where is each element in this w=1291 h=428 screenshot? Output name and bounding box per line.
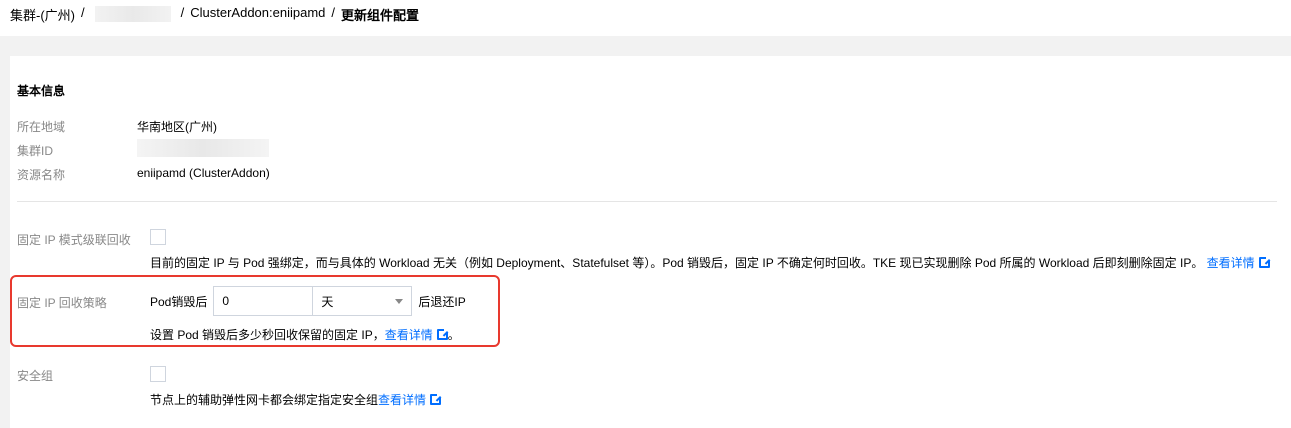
breadcrumb: 集群-(广州) / / ClusterAddon:eniipamd / 更新组件… <box>0 0 1291 36</box>
policy-unit-select[interactable]: 天 <box>313 286 413 316</box>
info-row-resource-name: 资源名称 eniipamd (ClusterAddon) <box>17 166 270 183</box>
breadcrumb-separator: / <box>81 5 85 20</box>
breadcrumb-separator: / <box>331 5 336 20</box>
section-title-basic-info: 基本信息 <box>17 84 66 98</box>
header-band <box>0 36 1291 56</box>
sg-label: 安全组 <box>17 369 54 383</box>
sg-detail-link[interactable]: 查看详情 <box>378 393 426 407</box>
breadcrumb-current: 更新组件配置 <box>341 8 420 23</box>
region-label: 所在地域 <box>17 120 66 134</box>
policy-suffix: 后退还IP <box>418 294 466 309</box>
cascade-detail-link[interactable]: 查看详情 <box>1207 256 1255 270</box>
breadcrumb-separator: / <box>180 5 185 20</box>
region-value: 华南地区(广州) <box>137 120 217 134</box>
sg-description: 节点上的辅助弹性网卡都会绑定指定安全组查看详情 <box>150 391 443 408</box>
info-row-region: 所在地域 华南地区(广州) <box>17 118 217 135</box>
cluster-id-label: 集群ID <box>17 144 54 158</box>
cascade-checkbox[interactable] <box>150 229 166 245</box>
policy-unit-value: 天 <box>321 294 334 309</box>
external-link-icon[interactable] <box>430 393 443 405</box>
policy-days-input[interactable] <box>213 286 314 316</box>
policy-description: 设置 Pod 销毁后多少秒回收保留的固定 IP，查看详情。 <box>150 326 460 343</box>
sg-desc-text: 节点上的辅助弹性网卡都会绑定指定安全组 <box>150 393 379 407</box>
config-panel: 基本信息 所在地域 华南地区(广州) 集群ID 资源名称 eniipamd (C… <box>10 56 1291 428</box>
external-link-icon[interactable] <box>1258 256 1271 268</box>
cascade-desc-text: 目前的固定 IP 与 Pod 强绑定，而与具体的 Workload 无关（例如 … <box>150 256 1204 270</box>
breadcrumb-masked-cluster-id[interactable] <box>94 6 171 22</box>
policy-detail-link[interactable]: 查看详情 <box>385 328 433 342</box>
breadcrumb-cluster[interactable]: 集群-(广州) <box>10 5 75 24</box>
policy-prefix: Pod销毁后 <box>150 294 208 309</box>
sg-checkbox[interactable] <box>150 366 166 382</box>
resource-name-label: 资源名称 <box>17 168 66 182</box>
external-link-icon[interactable] <box>436 328 449 340</box>
left-strip <box>0 56 10 428</box>
resource-name-value: eniipamd (ClusterAddon) <box>137 166 270 180</box>
policy-desc-end: 。 <box>447 328 460 342</box>
caret-down-icon <box>395 298 404 304</box>
cascade-label: 固定 IP 模式级联回收 <box>17 233 131 247</box>
info-row-cluster-id: 集群ID <box>17 139 269 159</box>
section-divider <box>17 201 1277 202</box>
cascade-description: 目前的固定 IP 与 Pod 强绑定，而与具体的 Workload 无关（例如 … <box>150 254 1271 271</box>
breadcrumb-addon[interactable]: ClusterAddon:eniipamd <box>190 5 325 20</box>
cluster-id-masked-value <box>137 139 269 157</box>
policy-desc-text: 设置 Pod 销毁后多少秒回收保留的固定 IP， <box>150 328 385 342</box>
policy-row: Pod销毁后 天 后退还IP <box>150 286 466 316</box>
policy-label: 固定 IP 回收策略 <box>17 296 107 310</box>
